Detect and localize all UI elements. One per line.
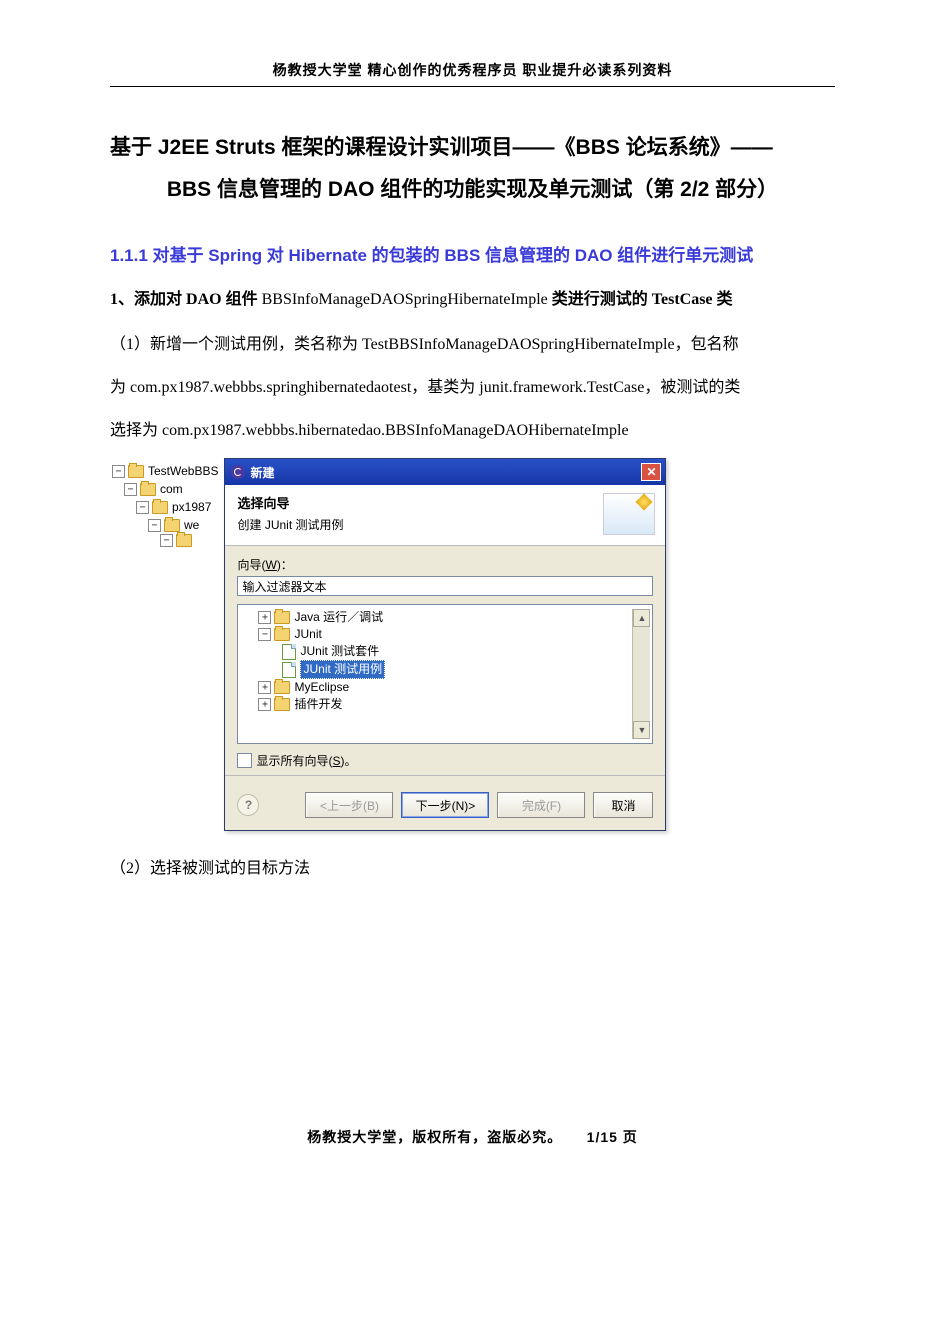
title-line-1: 基于 J2EE Struts 框架的课程设计实训项目——《BBS 论坛系统》—— (110, 136, 773, 159)
folder-icon (164, 519, 180, 532)
sub1-bold-dao: DAO (186, 291, 222, 308)
show-all-wizards-row[interactable]: 显示所有向导(S)。 (237, 752, 653, 769)
sub1-mid1: 组件 (222, 291, 262, 308)
scroll-down-button[interactable]: ▼ (633, 721, 650, 739)
dialog-title-text: 新建 (250, 464, 274, 481)
sub1-tail: 类 (713, 291, 733, 308)
folder-icon (176, 534, 192, 547)
footer-page-number: 1/15 页 (587, 1129, 638, 1145)
wizard-item-junit-suite[interactable]: JUnit 测试套件 (240, 643, 632, 660)
folder-icon (140, 483, 156, 496)
banner-subtitle: 创建 JUnit 测试用例 (237, 516, 343, 533)
wizard-field-label: 向导(W)： (237, 556, 653, 573)
paragraph-1a: （1）新增一个测试用例，类名称为 TestBBSInfoManageDAOSpr… (110, 327, 835, 362)
expand-icon[interactable]: + (258, 698, 271, 711)
folder-icon (152, 501, 168, 514)
wizard-item-label: 插件开发 (294, 696, 342, 713)
testsuite-file-icon (282, 644, 296, 660)
tree-root-label: TestWebBBS (148, 462, 218, 480)
tree-node-px1987[interactable]: − px1987 (136, 498, 218, 516)
back-button: <上一步(B) (305, 792, 393, 818)
finish-button: 完成(F) (497, 792, 585, 818)
cancel-button[interactable]: 取消 (593, 792, 653, 818)
wizard-filter-input[interactable] (237, 576, 653, 596)
wizard-item-myeclipse[interactable]: + MyEclipse (240, 679, 632, 696)
tree-label: we (184, 516, 199, 534)
footer-copyright: 杨教授大学堂，版权所有，盗版必究。 (307, 1129, 562, 1145)
wizard-item-label: MyEclipse (294, 679, 349, 696)
help-icon[interactable]: ? (237, 794, 259, 816)
new-wizard-dialog: 新建 ✕ 选择向导 创建 JUnit 测试用例 向导(W)： (224, 458, 666, 831)
screenshot-composite: − TestWebBBS − com − px1987 (110, 458, 835, 831)
dialog-banner: 选择向导 创建 JUnit 测试用例 (225, 485, 665, 546)
dialog-titlebar[interactable]: 新建 ✕ (225, 459, 665, 485)
wizard-label-pre: 向导( (237, 558, 265, 572)
page-footer: 杨教授大学堂，版权所有，盗版必究。 1/15 页 (110, 1127, 835, 1147)
wizard-item-label: Java 运行／调试 (294, 609, 383, 626)
wizard-item-junit-testcase[interactable]: JUnit 测试用例 (240, 660, 632, 679)
close-button[interactable]: ✕ (641, 463, 661, 481)
folder-icon (274, 611, 290, 624)
sub1-classname: BBSInfoManageDAOSpringHibernateImple (262, 291, 548, 308)
collapse-icon[interactable]: − (148, 519, 161, 532)
sub1-bold-testcase: TestCase (652, 291, 713, 308)
show-all-label: 显示所有向导(S)。 (256, 752, 356, 769)
collapse-icon[interactable]: − (136, 501, 149, 514)
paragraph-2: （2）选择被测试的目标方法 (110, 851, 835, 886)
collapse-icon[interactable]: − (124, 483, 137, 496)
tree-node-leaf[interactable]: − (160, 534, 218, 547)
subheading-1: 1、添加对 DAO 组件 BBSInfoManageDAOSpringHiber… (110, 286, 835, 315)
tree-label: px1987 (172, 498, 211, 516)
scroll-up-button[interactable]: ▲ (633, 609, 650, 627)
checkbox-unchecked-icon[interactable] (237, 753, 252, 768)
expand-icon[interactable]: + (258, 611, 271, 624)
collapse-icon[interactable]: − (160, 534, 173, 547)
folder-icon (274, 628, 290, 641)
title-line-2: BBS 信息管理的 DAO 组件的功能实现及单元测试（第 2/2 部分） (110, 169, 835, 211)
testcase-file-icon (282, 662, 296, 678)
wizard-item-junit[interactable]: − JUnit (240, 626, 632, 643)
wizard-item-label: JUnit 测试套件 (300, 643, 379, 660)
tree-node-com[interactable]: − com (124, 480, 218, 498)
show-all-post: )。 (341, 754, 357, 768)
folder-icon (274, 681, 290, 694)
wizard-item-plugin-dev[interactable]: + 插件开发 (240, 696, 632, 713)
dialog-footer: ? <上一步(B) 下一步(N)> 完成(F) 取消 (225, 782, 665, 830)
wizard-banner-icon (603, 493, 655, 535)
sub1-mid2: 类进行测试的 (548, 291, 652, 308)
tree-root[interactable]: − TestWebBBS (112, 462, 218, 480)
section-heading-1-1-1: 1.1.1 对基于 Spring 对 Hibernate 的包装的 BBS 信息… (110, 241, 835, 266)
wizard-item-label-selected: JUnit 测试用例 (300, 660, 385, 679)
tree-label: com (160, 480, 183, 498)
folder-icon (274, 698, 290, 711)
wizard-label-post: )： (277, 558, 293, 572)
document-title: 基于 J2EE Struts 框架的课程设计实训项目——《BBS 论坛系统》——… (110, 127, 835, 211)
paragraph-1c: 选择为 com.px1987.webbbs.hibernatedao.BBSIn… (110, 413, 835, 448)
expand-icon[interactable]: + (258, 681, 271, 694)
eclipse-icon (231, 465, 245, 479)
banner-title: 选择向导 (237, 493, 343, 512)
show-all-key: S (332, 754, 340, 768)
next-button[interactable]: 下一步(N)> (401, 792, 489, 818)
wizard-label-key: W (265, 558, 276, 572)
wizard-tree-list[interactable]: + Java 运行／调试 − JUnit JUnit 测试套件 (237, 604, 653, 744)
sub1-prefix: 1、添加对 (110, 291, 186, 308)
collapse-icon[interactable]: − (112, 465, 125, 478)
wizard-item-java-run[interactable]: + Java 运行／调试 (240, 609, 632, 626)
scrollbar[interactable]: ▲ ▼ (632, 609, 650, 739)
collapse-icon[interactable]: − (258, 628, 271, 641)
dialog-separator (225, 775, 665, 776)
project-tree-panel: − TestWebBBS − com − px1987 (110, 458, 224, 551)
show-all-pre: 显示所有向导( (256, 754, 332, 768)
paragraph-1b: 为 com.px1987.webbbs.springhibernatedaote… (110, 370, 835, 405)
wizard-item-label: JUnit (294, 626, 321, 643)
folder-icon (128, 465, 144, 478)
dialog-body: 向导(W)： + Java 运行／调试 − JUnit (225, 546, 665, 782)
page-header: 杨教授大学堂 精心创作的优秀程序员 职业提升必读系列资料 (110, 60, 835, 87)
